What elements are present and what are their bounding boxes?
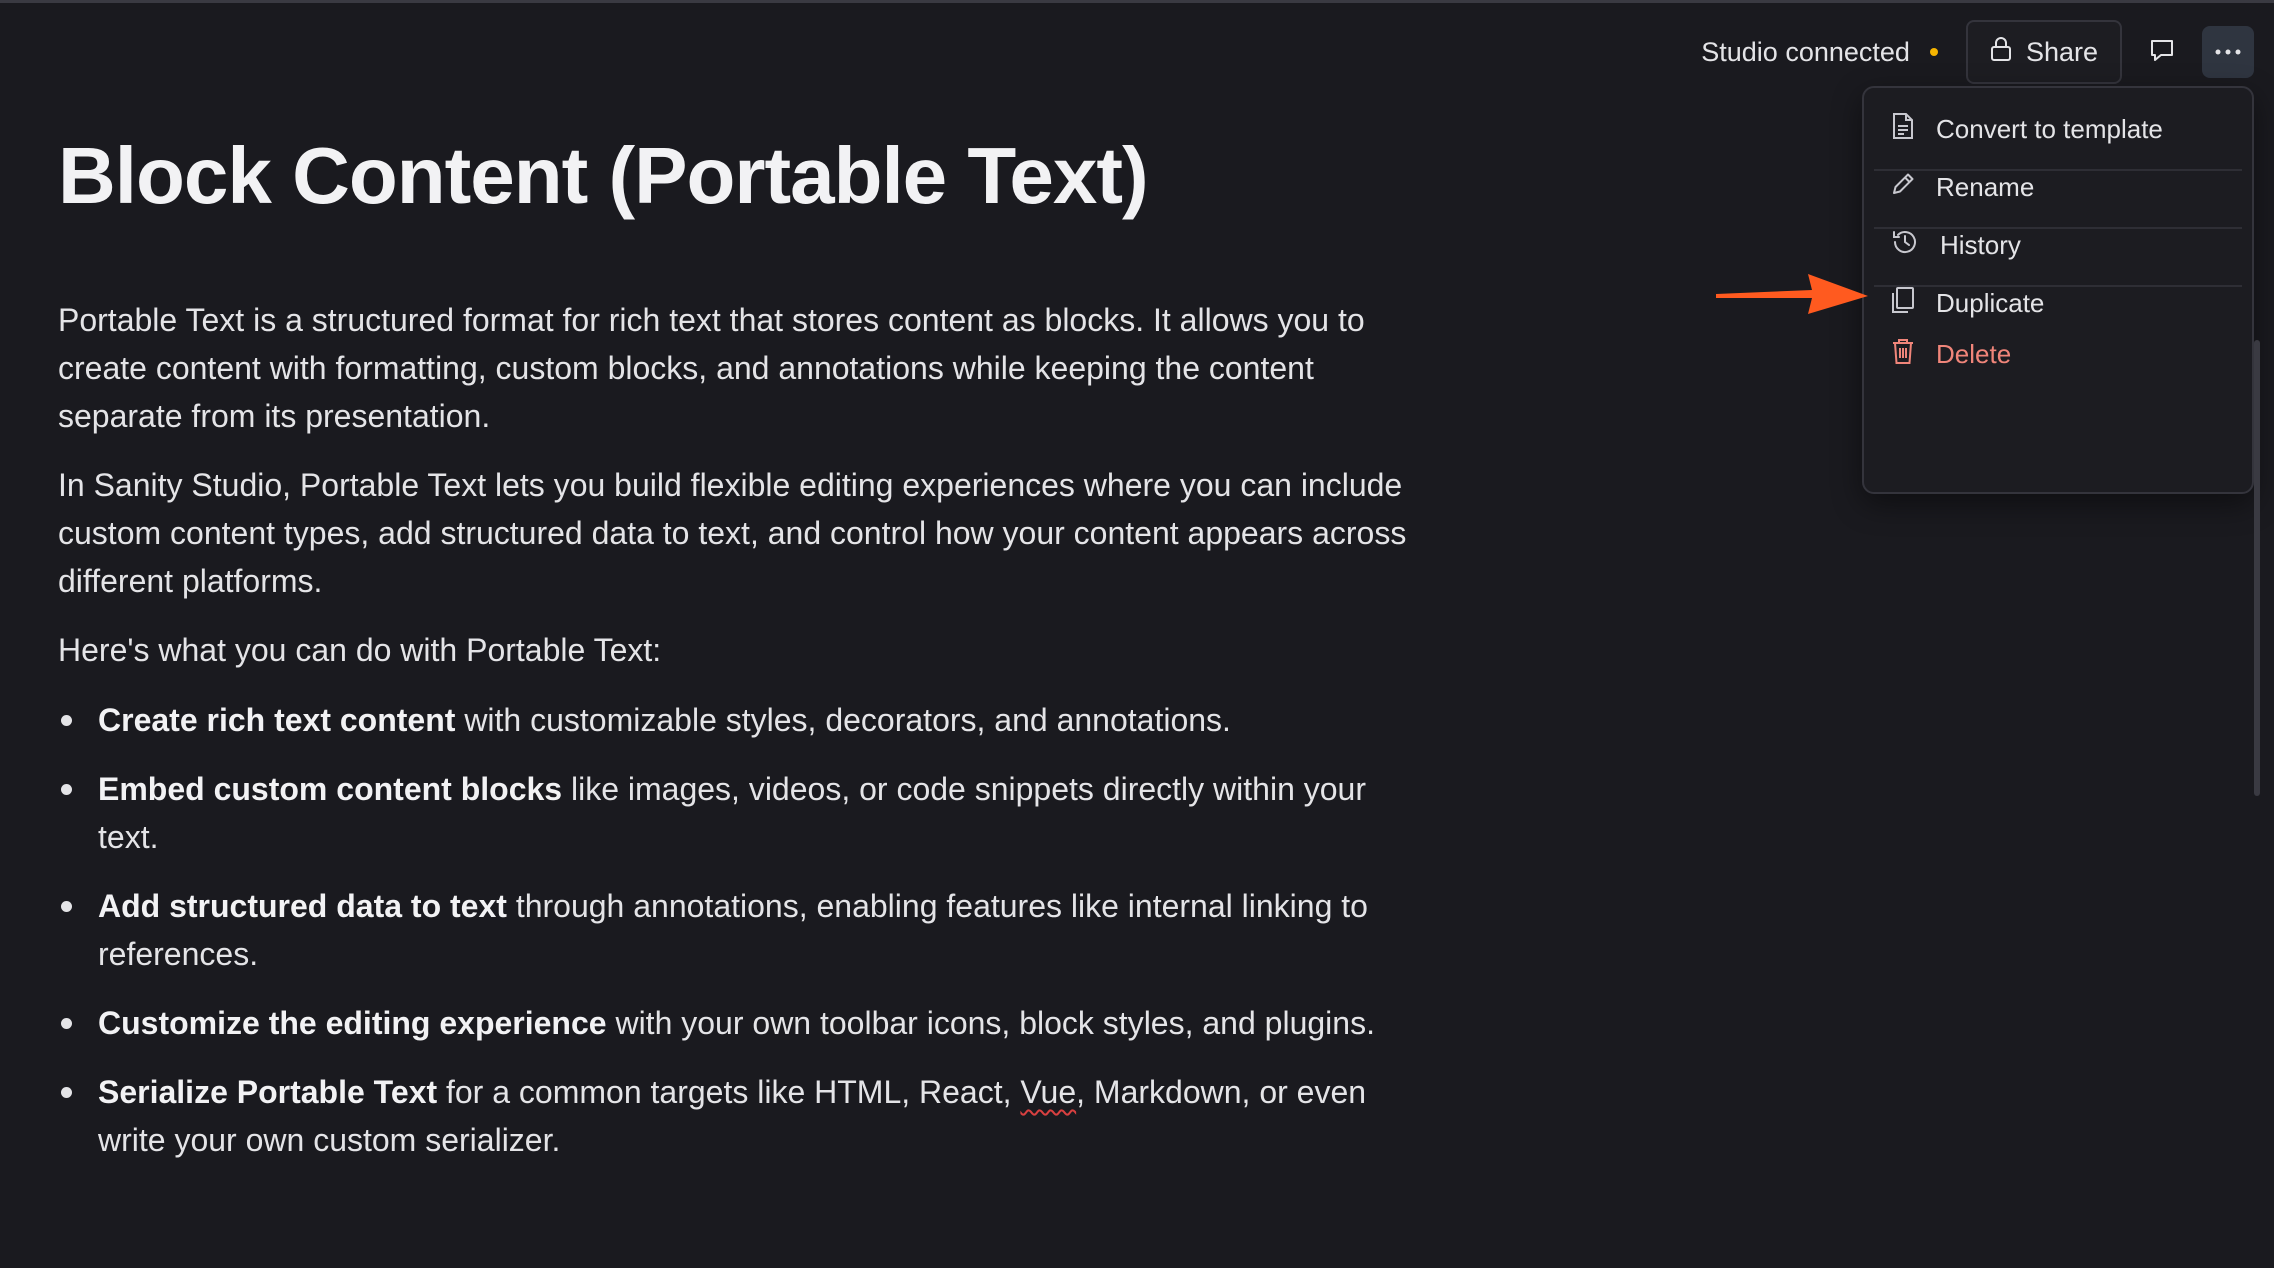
history-icon	[1890, 227, 1920, 264]
menu-item-label: Rename	[1936, 171, 2035, 202]
comment-icon	[2148, 36, 2176, 69]
share-button[interactable]: Share	[1965, 20, 2122, 84]
ellipsis-icon	[2214, 43, 2242, 61]
spellcheck-flagged-word[interactable]: Vue	[1020, 1074, 1076, 1110]
bullet-list: Create rich text content with customizab…	[58, 696, 1418, 1185]
list-item[interactable]: Create rich text content with customizab…	[58, 696, 1418, 744]
menu-item-history[interactable]: History	[1864, 215, 2252, 275]
document-title[interactable]: Block Content (Portable Text)	[58, 130, 1149, 222]
menu-item-label: Duplicate	[1936, 287, 2045, 318]
comments-button[interactable]	[2136, 26, 2188, 78]
list-item[interactable]: Add structured data to text through anno…	[58, 882, 1418, 978]
list-item-bold: Add structured data to text	[98, 888, 507, 924]
list-item-text: with your own toolbar icons, block style…	[606, 1005, 1375, 1041]
list-item-text: with customizable styles, decorators, an…	[455, 702, 1231, 738]
connection-status: Studio connected	[1701, 37, 1938, 68]
trash-icon	[1890, 336, 1916, 373]
document-actions-menu: Convert to template Rename History Dupli…	[1862, 86, 2254, 494]
more-options-button[interactable]	[2202, 26, 2254, 78]
body-paragraph[interactable]: Portable Text is a structured format for…	[58, 296, 1418, 440]
pencil-icon	[1890, 171, 1916, 204]
lock-icon	[1990, 36, 2012, 69]
menu-item-convert-to-template[interactable]: Convert to template	[1864, 99, 2252, 159]
arrow-icon	[1712, 268, 1870, 323]
menu-item-delete[interactable]: Delete	[1864, 324, 2252, 384]
list-item[interactable]: Embed custom content blocks like images,…	[58, 765, 1418, 861]
list-item-bold: Create rich text content	[98, 702, 456, 738]
status-dot-icon	[1929, 48, 1938, 56]
list-item[interactable]: Customize the editing experience with yo…	[58, 999, 1418, 1047]
document-template-icon	[1890, 111, 1916, 148]
list-item-bold: Embed custom content blocks	[98, 771, 563, 807]
document-editor: Studio connected Share Convert to templa…	[0, 0, 2274, 1268]
scrollbar[interactable]	[2254, 340, 2260, 796]
menu-item-label: History	[1940, 229, 2021, 260]
body-paragraph[interactable]: In Sanity Studio, Portable Text lets you…	[58, 461, 1418, 605]
list-item-text: for a common targets like HTML, React,	[437, 1074, 1021, 1110]
menu-item-label: Delete	[1936, 338, 2012, 369]
document-header: Studio connected Share	[1701, 20, 2254, 84]
window-top-edge	[0, 0, 2274, 3]
duplicate-icon	[1890, 285, 1916, 322]
list-item[interactable]: Serialize Portable Text for a common tar…	[58, 1068, 1418, 1164]
status-text: Studio connected	[1701, 36, 1910, 67]
menu-item-label: Convert to template	[1936, 113, 2163, 144]
body-paragraph[interactable]: Here's what you can do with Portable Tex…	[58, 626, 1418, 674]
share-label: Share	[2025, 36, 2098, 67]
list-item-bold: Serialize Portable Text	[98, 1074, 438, 1110]
menu-item-rename[interactable]: Rename	[1864, 157, 2252, 217]
list-item-bold: Customize the editing experience	[98, 1005, 607, 1041]
